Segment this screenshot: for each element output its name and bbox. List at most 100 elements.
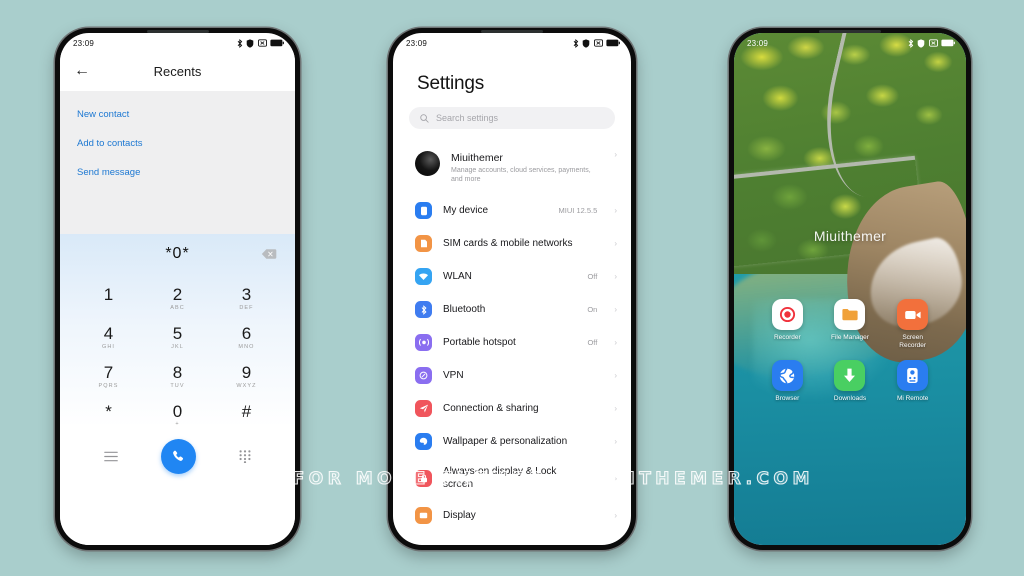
app-icon-browser[interactable]: Browser [756, 360, 819, 403]
app-icon-mi-remote[interactable]: Mi Remote [881, 360, 944, 403]
account-name: Miuithemer [451, 152, 503, 164]
list-item-send-message[interactable]: Send message [60, 158, 295, 187]
key-letters: GHI [101, 343, 116, 350]
app-label: Mi Remote [896, 395, 929, 403]
backspace-icon[interactable] [261, 249, 277, 260]
key-letters: PQRS [98, 382, 119, 389]
app-icon-downloads[interactable]: Downloads [819, 360, 882, 403]
key-digit: 2 [172, 285, 183, 304]
back-arrow-icon[interactable]: ← [74, 63, 90, 79]
status-icons [237, 38, 285, 48]
row-label: Display [443, 509, 476, 521]
status-icons [573, 38, 621, 48]
phone-device-dialer: 23:09 ← Recents New contact Add to conta… [55, 28, 300, 550]
app-icon-recorder[interactable]: Recorder [756, 299, 819, 350]
call-button[interactable] [160, 439, 196, 475]
list-item-new-contact[interactable]: New contact [60, 100, 295, 129]
dialpad-key-5[interactable]: 5 JKL [143, 319, 212, 356]
row-value: MIUI 12.5.5 [558, 206, 598, 216]
dialed-number-bar: *0* [60, 234, 295, 274]
account-avatar [415, 151, 440, 176]
settings-row-connection-sharing[interactable]: Connection & sharing › [393, 392, 631, 425]
page-title: Recents [153, 63, 202, 79]
share-icon [415, 400, 432, 418]
key-letters: WXYZ [236, 382, 257, 389]
phone1-screen: 23:09 ← Recents New contact Add to conta… [60, 33, 295, 545]
dialpad-key-6[interactable]: 6 MNO [212, 319, 281, 356]
status-time: 23:09 [73, 38, 95, 48]
phone3-screen: 23:09 Miuithemer Recorder File Manager S… [734, 33, 966, 545]
screenshot-stage: 23:09 ← Recents New contact Add to conta… [0, 0, 1024, 576]
key-letters: TUV [170, 382, 185, 389]
dialpad-key-9[interactable]: 9 WXYZ [212, 358, 281, 395]
sim-icon [415, 235, 432, 253]
home-widget-label: Miuithemer [813, 227, 887, 244]
account-subtitle: Manage accounts, cloud services, payment… [451, 167, 591, 184]
dialpad-key-8[interactable]: 8 TUV [143, 358, 212, 395]
key-digit: 8 [172, 362, 183, 382]
settings-row-portable-hotspot[interactable]: Portable hotspot Off › [393, 326, 631, 359]
app-label: File Manager [831, 334, 869, 342]
shield-icon [582, 38, 590, 48]
app-label: Recorder [773, 334, 801, 342]
key-digit: # [241, 401, 252, 421]
dialpad-key-hash[interactable]: # [212, 397, 281, 434]
wallpaper-icon [415, 433, 432, 451]
battery-icon [270, 39, 284, 47]
hotspot-icon [415, 334, 432, 352]
key-letters: JKL [171, 343, 184, 350]
keypad-icon[interactable] [239, 450, 251, 464]
home-app-grid: Recorder File Manager Screen Recorder Br… [734, 299, 966, 403]
search-input[interactable]: Search settings [409, 107, 615, 129]
chevron-right-icon: › [614, 436, 617, 446]
dialpad-key-1[interactable]: 1 [74, 280, 143, 317]
key-digit: * [105, 401, 112, 421]
dialpad-key-4[interactable]: 4 GHI [74, 319, 143, 356]
app-icon-file-manager[interactable]: File Manager [819, 299, 882, 350]
key-letters: ABC [170, 304, 185, 311]
account-text: Miuithemer Manage accounts, cloud servic… [451, 151, 603, 184]
app-label: Screen Recorder [899, 334, 927, 350]
row-label: Wallpaper & personalization [443, 435, 568, 447]
dialpad-key-star[interactable]: * [74, 397, 143, 434]
list-item-add-to-contacts[interactable]: Add to contacts [60, 129, 295, 158]
chevron-right-icon: › [614, 205, 617, 215]
dialpad-key-2[interactable]: 2 ABC [143, 280, 212, 317]
settings-row-bluetooth[interactable]: Bluetooth On › [393, 293, 631, 326]
key-letters [212, 421, 281, 428]
settings-row-sim-cards[interactable]: SIM cards & mobile networks › [393, 227, 631, 260]
settings-row-account[interactable]: Miuithemer Manage accounts, cloud servic… [393, 141, 631, 194]
dialpad-key-3[interactable]: 3 DEF [212, 280, 281, 317]
bluetooth-icon [573, 38, 578, 48]
chevron-right-icon: › [614, 510, 617, 520]
settings-row-always-on-display-lock-screen[interactable]: Always-on display & Lock screen › [393, 458, 631, 499]
battery-icon [606, 39, 620, 47]
chevron-right-icon: › [614, 238, 617, 248]
key-digit: 5 [172, 323, 183, 343]
row-label: My device [443, 204, 489, 216]
app-icon-screen-recorder[interactable]: Screen Recorder [881, 299, 944, 350]
wifi-icon [415, 268, 432, 286]
dialpad-key-0[interactable]: 0 + [143, 397, 212, 434]
key-digit: 4 [103, 323, 114, 343]
settings-row-wlan[interactable]: WLAN Off › [393, 260, 631, 293]
row-label: Always-on display & Lock screen [443, 466, 557, 490]
dialpad-keys: 1 2 ABC 3 DEF 4 GHI 5 JKL 6 MNO 7 PQRS 8 TUV 9W… [60, 274, 295, 433]
key-letters: DEF [239, 304, 254, 311]
dialpad-key-7[interactable]: 7 PQRS [74, 358, 143, 395]
settings-row-wallpaper-personalization[interactable]: Wallpaper & personalization › [393, 425, 631, 458]
menu-icon[interactable] [103, 451, 118, 462]
settings-row-display[interactable]: Display › [393, 499, 631, 532]
status-time: 23:09 [747, 38, 769, 48]
chevron-right-icon: › [614, 150, 617, 159]
row-value: Off [587, 272, 598, 282]
settings-app: 23:09 Settings Search settings Miuitheme… [393, 33, 631, 545]
shield-icon [917, 38, 925, 48]
settings-row-vpn[interactable]: VPN › [393, 359, 631, 392]
dialer-app-bar: ← Recents [60, 51, 295, 91]
key-letters [74, 305, 143, 312]
settings-rows: Miuithemer Manage accounts, cloud servic… [393, 141, 631, 545]
settings-row-my-device[interactable]: My device MIUI 12.5.5 › [393, 194, 631, 227]
dialer-action-bar [60, 433, 295, 488]
app-label: Downloads [833, 395, 867, 403]
